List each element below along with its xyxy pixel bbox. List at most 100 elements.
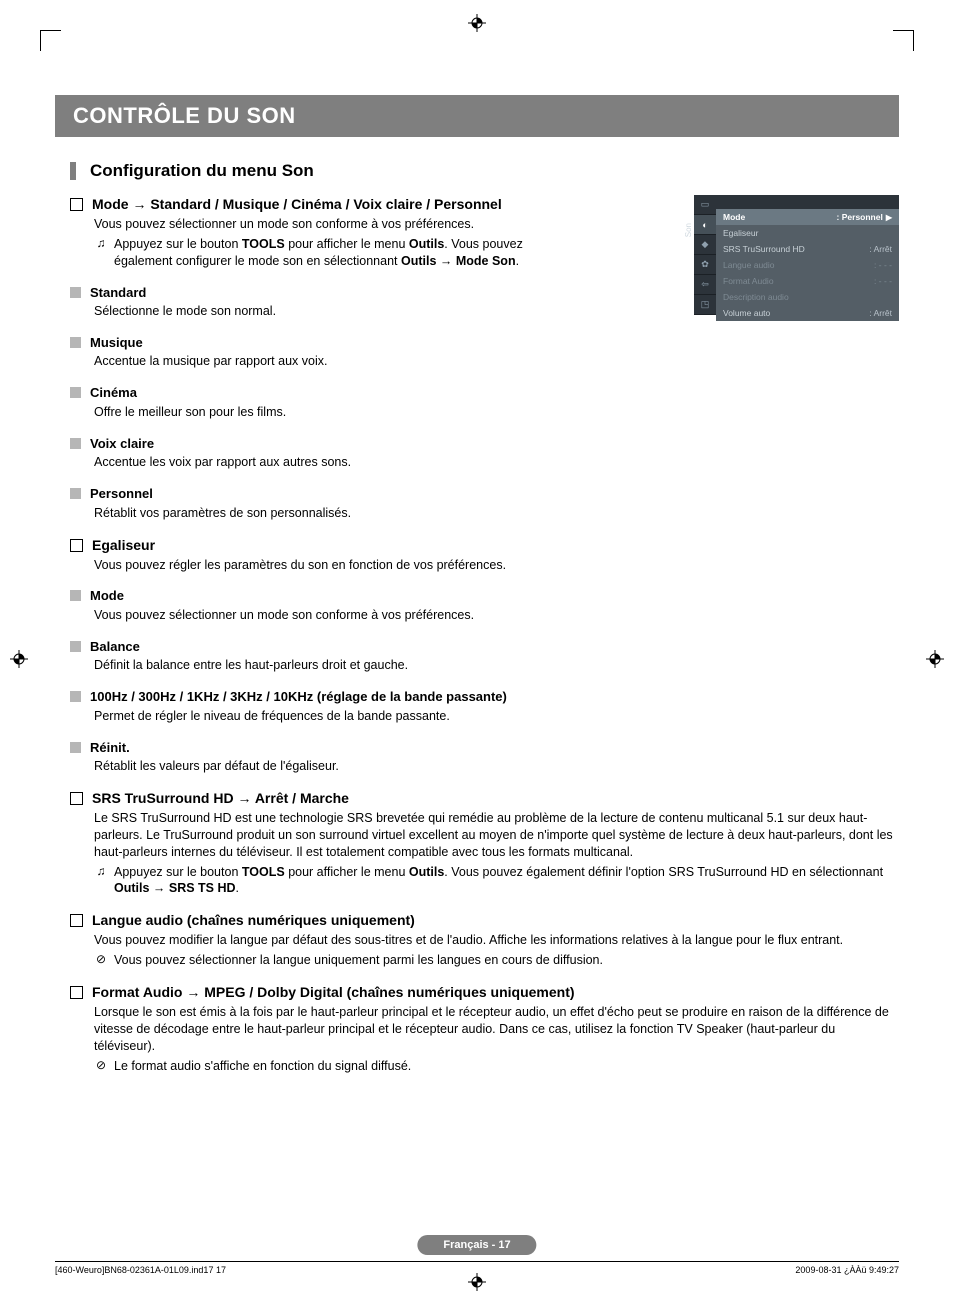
format-heading: Format Audio → MPEG / Dolby Digital (cha…: [92, 983, 575, 1002]
osd-row-langue: Langue audio : - - -: [716, 257, 899, 273]
item-eq-bands: 100Hz / 300Hz / 1KHz / 3KHz / 10KHz (rég…: [70, 688, 899, 724]
registration-mark-left: [10, 650, 28, 668]
osd-row-egaliseur: Egaliseur: [716, 225, 899, 241]
footer-pill-text: Français - 17: [443, 1239, 510, 1251]
item-eq-balance: Balance Définit la balance entre les hau…: [70, 638, 899, 674]
checkbox-bullet-icon: [70, 914, 83, 927]
footline: [460-Weuro]BN68-02361A-01L09.ind17 17 20…: [55, 1261, 899, 1275]
registration-mark-top: [468, 14, 486, 32]
osd-row-key: Langue audio: [723, 260, 775, 270]
langue-heading: Langue audio (chaînes numériques uniquem…: [92, 911, 415, 930]
block-format-audio: Format Audio → MPEG / Dolby Digital (cha…: [70, 983, 899, 1074]
equalizer-heading: Egaliseur: [92, 536, 155, 555]
osd-row-volumeauto: Volume auto : Arrêt: [716, 305, 899, 321]
osd-row-description: Description audio: [716, 289, 899, 305]
osd-row-format: Format Audio : - - -: [716, 273, 899, 289]
footline-right: 2009-08-31 ¿ÀÀü 9:49:27: [795, 1265, 899, 1275]
srs-lead: Le SRS TruSurround HD est une technologi…: [94, 810, 899, 861]
square-bullet-icon: [70, 337, 81, 348]
item-desc: Accentue les voix par rapport aux autres…: [94, 454, 899, 471]
square-bullet-icon: [70, 287, 81, 298]
mode-tip: Appuyez sur le bouton TOOLS pour affiche…: [114, 236, 550, 270]
osd-row-srs: SRS TruSurround HD : Arrêt: [716, 241, 899, 257]
item-name: Personnel: [90, 485, 153, 503]
section-heading: Configuration du menu Son: [70, 161, 899, 181]
osd-row-key: Description audio: [723, 292, 789, 302]
osd-row-key: Volume auto: [723, 308, 770, 318]
block-srs: SRS TruSurround HD → Arrêt / Marche Le S…: [70, 789, 899, 897]
osd-row-value: : Arrêt: [869, 308, 892, 318]
item-name: 100Hz / 300Hz / 1KHz / 3KHz / 10KHz (rég…: [90, 688, 507, 706]
osd-row-key: Mode: [723, 212, 745, 222]
osd-tabs: ▭ ◐ ◆ ✿ ⇦ ◳: [694, 195, 716, 315]
section-heading-text: Configuration du menu Son: [90, 161, 314, 181]
osd-row-key: Format Audio: [723, 276, 774, 286]
block-langue-audio: Langue audio (chaînes numériques uniquem…: [70, 911, 899, 969]
item-desc: Accentue la musique par rapport aux voix…: [94, 353, 899, 370]
osd-row-key: SRS TruSurround HD: [723, 244, 805, 254]
registration-mark-bottom: [468, 1273, 486, 1291]
item-desc: Rétablit les valeurs par défaut de l'éga…: [94, 758, 899, 775]
item-name: Mode: [90, 587, 124, 605]
square-bullet-icon: [70, 691, 81, 702]
osd-tab-setup-icon: ✿: [694, 255, 716, 275]
note-icon: ⊘: [94, 1058, 108, 1074]
square-bullet-icon: [70, 387, 81, 398]
footline-left: [460-Weuro]BN68-02361A-01L09.ind17 17: [55, 1265, 226, 1275]
osd-tab-support-icon: ◳: [694, 295, 716, 315]
item-desc: Vous pouvez sélectionner un mode son con…: [94, 607, 899, 624]
item-desc: Rétablit vos paramètres de son personnal…: [94, 505, 899, 522]
osd-row-value: : - - -: [874, 260, 892, 270]
item-name: Cinéma: [90, 384, 137, 402]
item-name: Réinit.: [90, 739, 130, 757]
item-voix-claire: Voix claire Accentue les voix par rappor…: [70, 435, 899, 471]
osd-panel: Son ▭ ◐ ◆ ✿ ⇦ ◳ Mode : Personnel Egalise…: [694, 195, 899, 321]
srs-heading: SRS TruSurround HD → Arrêt / Marche: [92, 789, 349, 808]
block-egaliseur: Egaliseur Vous pouvez régler les paramèt…: [70, 536, 899, 574]
page-header: CONTRÔLE DU SON: [55, 95, 899, 137]
osd-category-label: Son: [684, 223, 693, 237]
registration-mark-right: [926, 650, 944, 668]
mode-heading: Mode → Standard / Musique / Cinéma / Voi…: [92, 195, 502, 214]
square-bullet-icon: [70, 438, 81, 449]
osd-tab-sound-icon: ◐: [694, 215, 716, 235]
osd-row-value: : - - -: [874, 276, 892, 286]
square-bullet-icon: [70, 742, 81, 753]
format-lead: Lorsque le son est émis à la fois par le…: [94, 1004, 899, 1055]
tools-icon: ♫: [94, 236, 108, 252]
osd-body-header: [716, 195, 899, 209]
srs-tip: Appuyez sur le bouton TOOLS pour affiche…: [114, 864, 899, 898]
item-name: Standard: [90, 284, 146, 302]
osd-body: Mode : Personnel Egaliseur SRS TruSurrou…: [716, 195, 899, 321]
item-eq-reinit: Réinit. Rétablit les valeurs par défaut …: [70, 739, 899, 775]
square-bullet-icon: [70, 590, 81, 601]
square-bullet-icon: [70, 488, 81, 499]
checkbox-bullet-icon: [70, 792, 83, 805]
osd-tab-input-icon: ⇦: [694, 275, 716, 295]
square-bullet-icon: [70, 641, 81, 652]
tools-icon: ♫: [94, 864, 108, 880]
langue-lead: Vous pouvez modifier la langue par défau…: [94, 932, 899, 949]
checkbox-bullet-icon: [70, 198, 83, 211]
format-note: Le format audio s'affiche en fonction du…: [114, 1058, 899, 1075]
crop-mark-tl: [40, 30, 61, 51]
item-name: Balance: [90, 638, 140, 656]
item-name: Musique: [90, 334, 143, 352]
item-cinema: Cinéma Offre le meilleur son pour les fi…: [70, 384, 899, 420]
item-desc: Permet de régler le niveau de fréquences…: [94, 708, 899, 725]
crop-mark-tr: [893, 30, 914, 51]
note-icon: ⊘: [94, 952, 108, 968]
item-eq-mode: Mode Vous pouvez sélectionner un mode so…: [70, 587, 899, 623]
page-header-text: CONTRÔLE DU SON: [73, 103, 296, 128]
osd-row-key: Egaliseur: [723, 228, 758, 238]
osd-row-value: : Arrêt: [869, 244, 892, 254]
item-musique: Musique Accentue la musique par rapport …: [70, 334, 899, 370]
equalizer-lead: Vous pouvez régler les paramètres du son…: [94, 557, 899, 574]
section-bar-icon: [70, 162, 76, 180]
item-name: Voix claire: [90, 435, 154, 453]
item-personnel: Personnel Rétablit vos paramètres de son…: [70, 485, 899, 521]
langue-note: Vous pouvez sélectionner la langue uniqu…: [114, 952, 899, 969]
osd-row-value: : Personnel: [837, 212, 892, 222]
item-desc: Définit la balance entre les haut-parleu…: [94, 657, 899, 674]
mode-lead: Vous pouvez sélectionner un mode son con…: [94, 216, 554, 233]
